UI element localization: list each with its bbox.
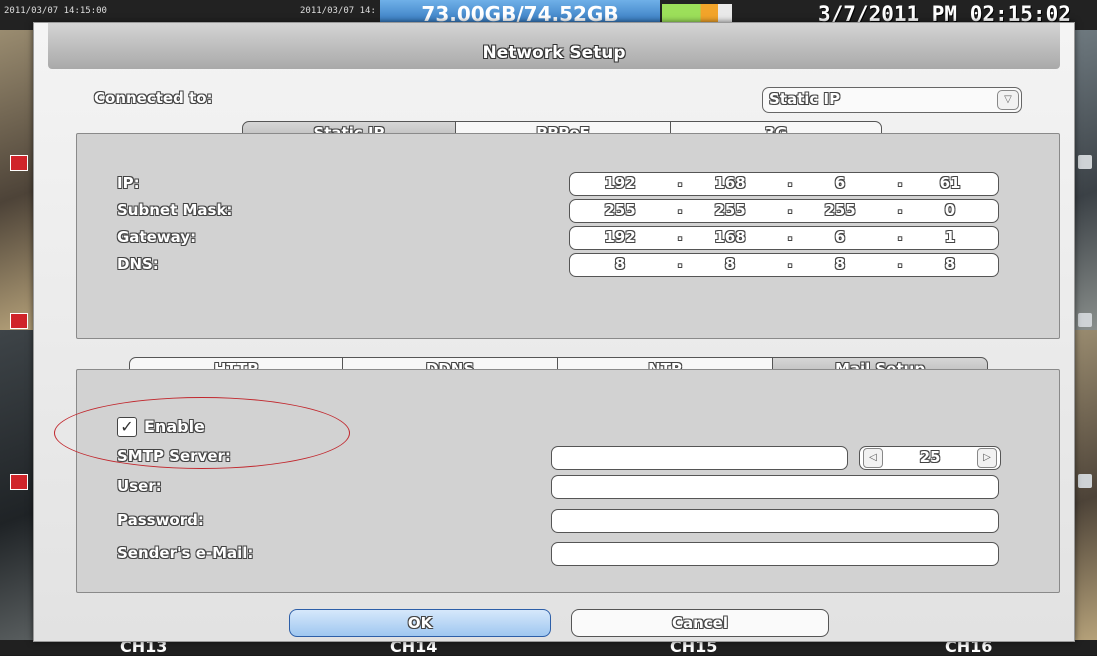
ip-octet: 192: [604, 228, 636, 246]
ip-octet: 255: [604, 201, 636, 219]
password-input[interactable]: [551, 509, 999, 533]
ip-octet: 255: [714, 201, 746, 219]
dns-label: DNS:: [117, 255, 159, 273]
connected-to-label: Connected to:: [94, 89, 213, 107]
dialog-title: Network Setup: [482, 43, 626, 63]
camera-timestamp: 2011/03/07 14:15:00: [4, 6, 107, 16]
dot-separator: .: [677, 174, 683, 190]
gateway-field[interactable]: 192 . 168 . 6 . 1: [569, 226, 999, 250]
dot-separator: .: [787, 174, 793, 190]
dot-separator: .: [897, 255, 903, 271]
smtp-server-input[interactable]: [551, 446, 848, 470]
connection-type-value: Static IP: [769, 90, 841, 108]
record-icon: [10, 155, 28, 171]
password-label: Password:: [117, 511, 204, 529]
ip-octet: 8: [614, 255, 626, 273]
ip-field[interactable]: 192 . 168 . 6 . 61: [569, 172, 999, 196]
ip-octet: 6: [834, 174, 846, 192]
ip-octet: 61: [939, 174, 961, 192]
ip-label: IP:: [117, 174, 140, 192]
smtp-port-stepper[interactable]: ◁ 25 ▷: [859, 446, 1001, 470]
sender-email-input[interactable]: [551, 542, 999, 566]
ip-octet: 8: [724, 255, 736, 273]
user-input[interactable]: [551, 475, 999, 499]
dot-separator: .: [897, 228, 903, 244]
network-setup-dialog: Network Setup Connected to: Static IP ▽ …: [33, 22, 1075, 642]
speaker-icon: [1078, 474, 1092, 488]
dot-separator: .: [677, 228, 683, 244]
ok-button[interactable]: OK: [289, 609, 551, 637]
record-icon: [10, 313, 28, 329]
dot-separator: .: [787, 255, 793, 271]
chevron-down-icon[interactable]: ▽: [997, 90, 1019, 110]
camera-timestamp: 2011/03/07 14:: [300, 6, 376, 16]
dot-separator: .: [677, 255, 683, 271]
dot-separator: .: [897, 201, 903, 217]
gateway-label: Gateway:: [117, 228, 197, 246]
dns-field[interactable]: 8 . 8 . 8 . 8: [569, 253, 999, 277]
ip-octet: 168: [714, 228, 746, 246]
dot-separator: .: [677, 201, 683, 217]
ip-octet: 168: [714, 174, 746, 192]
dialog-titlebar: Network Setup: [48, 23, 1060, 69]
ip-octet: 255: [824, 201, 856, 219]
speaker-icon: [1078, 313, 1092, 327]
increment-icon[interactable]: ▷: [977, 448, 997, 468]
user-label: User:: [117, 477, 162, 495]
speaker-icon: [1078, 155, 1092, 169]
dot-separator: .: [897, 174, 903, 190]
connection-type-select[interactable]: Static IP ▽: [762, 87, 1022, 113]
sender-email-label: Sender's e-Mail:: [117, 544, 254, 562]
cancel-button[interactable]: Cancel: [571, 609, 829, 637]
smtp-port-value: 25: [919, 448, 941, 466]
ip-octet: 0: [944, 201, 956, 219]
subnet-mask-field[interactable]: 255 . 255 . 255 . 0: [569, 199, 999, 223]
record-icon: [10, 474, 28, 490]
subnet-mask-label: Subnet Mask:: [117, 201, 233, 219]
ip-octet: 8: [944, 255, 956, 273]
ip-octet: 8: [834, 255, 846, 273]
ip-octet: 6: [834, 228, 846, 246]
decrement-icon[interactable]: ◁: [863, 448, 883, 468]
ip-octet: 1: [944, 228, 956, 246]
dot-separator: .: [787, 228, 793, 244]
ip-octet: 192: [604, 174, 636, 192]
dot-separator: .: [787, 201, 793, 217]
highlight-annotation: [54, 397, 350, 469]
